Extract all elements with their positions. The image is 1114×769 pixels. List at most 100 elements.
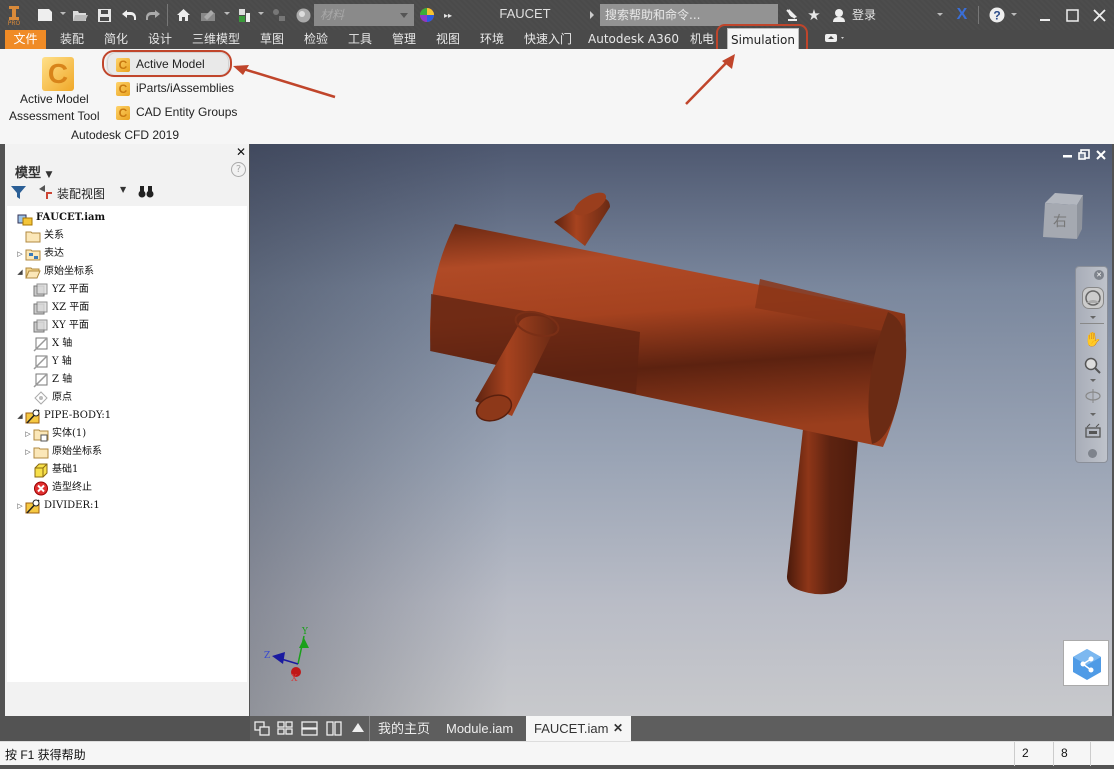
tab-module-iam[interactable]: Module.iam bbox=[446, 716, 513, 741]
search-expand-icon[interactable] bbox=[590, 11, 594, 19]
tab-get-started[interactable]: 快速入门 bbox=[518, 30, 578, 49]
tab-view[interactable]: 视图 bbox=[428, 30, 468, 49]
viewport-minimize-button[interactable] bbox=[1062, 150, 1074, 160]
help-button[interactable]: ? bbox=[988, 6, 1006, 24]
tab-simplify[interactable]: 简化 bbox=[96, 30, 136, 49]
new-button[interactable] bbox=[36, 6, 54, 24]
up-arrow-icon[interactable] bbox=[352, 723, 364, 732]
tab-assemble[interactable]: 装配 bbox=[52, 30, 92, 49]
tab-my-home[interactable]: 我的主页 bbox=[378, 716, 430, 741]
tree-node[interactable]: 基础1 bbox=[23, 461, 78, 479]
steering-wheel-button[interactable] bbox=[1082, 287, 1104, 309]
login-dropdown[interactable] bbox=[937, 13, 943, 16]
share-design-button[interactable] bbox=[1063, 640, 1109, 686]
expand-icon[interactable]: ▷ bbox=[23, 425, 33, 443]
select-dropdown[interactable] bbox=[258, 12, 264, 15]
material-sphere-button[interactable] bbox=[294, 6, 312, 24]
tree-node[interactable]: ▷ 实体(1) bbox=[23, 425, 86, 443]
iparts-iassemblies-button[interactable]: iParts/iAssemblies bbox=[136, 81, 234, 95]
tree-node[interactable]: X 轴 bbox=[23, 335, 72, 353]
close-tab-icon[interactable]: ✕ bbox=[613, 716, 623, 741]
browser-help-icon[interactable]: ? bbox=[231, 162, 246, 177]
material-combo[interactable]: 材料 bbox=[314, 4, 414, 26]
tree-node[interactable]: YZ 平面 bbox=[23, 281, 89, 299]
faucet-model[interactable] bbox=[250, 144, 1112, 716]
find-binoculars-icon[interactable] bbox=[138, 185, 154, 198]
tree-node[interactable]: Y 轴 bbox=[23, 353, 72, 371]
new-dropdown[interactable] bbox=[60, 12, 66, 15]
tree-node[interactable]: Z 轴 bbox=[23, 371, 72, 389]
viewcube[interactable]: 右 bbox=[1035, 189, 1085, 245]
viewport-restore-button[interactable] bbox=[1078, 149, 1090, 161]
undo-button[interactable] bbox=[120, 6, 138, 24]
tab-file[interactable]: 文件 bbox=[5, 30, 46, 49]
tree-node[interactable]: FAUCET.iam bbox=[7, 209, 105, 227]
arrange-horizontal-button[interactable] bbox=[301, 721, 318, 739]
inventor-pro-logo[interactable]: PRO bbox=[5, 4, 23, 28]
open-button[interactable] bbox=[71, 6, 89, 24]
tree-node[interactable]: ◢ 原始坐标系 bbox=[15, 263, 94, 281]
tab-inspect[interactable]: 检验 bbox=[296, 30, 336, 49]
select-button[interactable] bbox=[236, 6, 254, 24]
user-button[interactable] bbox=[831, 6, 847, 24]
tile-windows-button[interactable] bbox=[277, 721, 293, 739]
view-selector[interactable]: 装配视图 bbox=[57, 185, 105, 202]
tab-a360[interactable]: Autodesk A360 bbox=[588, 30, 679, 49]
filter-icon[interactable] bbox=[10, 185, 27, 200]
active-model-assessment-label-2[interactable]: Assessment Tool bbox=[9, 109, 100, 123]
active-model-assessment-label-1[interactable]: Active Model bbox=[20, 92, 89, 106]
adjust-button[interactable] bbox=[270, 6, 288, 24]
pan-button[interactable]: ✋ bbox=[1084, 331, 1102, 349]
graphics-viewport[interactable]: 右 Y Z X bbox=[250, 144, 1112, 716]
search-input[interactable]: 搜索帮助和命令... bbox=[600, 4, 778, 26]
browser-title-dropdown[interactable]: 模型 ▼ bbox=[15, 162, 52, 181]
tab-tools[interactable]: 工具 bbox=[340, 30, 380, 49]
tree-node[interactable]: ▷ 原始坐标系 bbox=[23, 443, 102, 461]
look-at-button[interactable] bbox=[1084, 423, 1102, 441]
tab-faucet-iam[interactable]: FAUCET.iam ✕ bbox=[526, 716, 631, 741]
redo-button[interactable] bbox=[144, 6, 162, 24]
favorites-button[interactable]: ★ bbox=[806, 6, 822, 24]
tree-node[interactable]: 造型终止 bbox=[23, 479, 92, 497]
subscription-button[interactable] bbox=[784, 6, 800, 24]
navbar-close-icon[interactable]: ✕ bbox=[1094, 270, 1104, 280]
collapse-icon[interactable]: ◢ bbox=[15, 407, 25, 425]
tree-node[interactable]: ▷ 表达 bbox=[15, 245, 64, 263]
tab-electromechanical[interactable]: 机电 bbox=[684, 30, 720, 49]
tree-node[interactable]: ▷ DIVIDER:1 bbox=[15, 497, 100, 515]
tab-manage[interactable]: 管理 bbox=[384, 30, 424, 49]
tree-node[interactable]: 关系 bbox=[15, 227, 64, 245]
expand-icon[interactable]: ▷ bbox=[23, 443, 33, 461]
expand-icon[interactable]: ▷ bbox=[15, 497, 25, 515]
help-dropdown[interactable] bbox=[1011, 13, 1017, 16]
expand-icon[interactable]: ▷ bbox=[15, 245, 25, 263]
cascade-windows-button[interactable] bbox=[254, 721, 270, 739]
navbar-customize-icon[interactable] bbox=[1088, 449, 1097, 458]
tree-node[interactable]: XY 平面 bbox=[23, 317, 89, 335]
zoom-button[interactable] bbox=[1084, 357, 1102, 375]
collapse-icon[interactable]: ◢ bbox=[15, 263, 25, 281]
appearance-dropdown[interactable] bbox=[224, 12, 230, 15]
minimize-button[interactable] bbox=[1036, 6, 1054, 24]
tab-environments[interactable]: 环境 bbox=[472, 30, 512, 49]
home-button[interactable] bbox=[174, 6, 192, 24]
color-override-button[interactable] bbox=[418, 6, 436, 24]
save-button[interactable] bbox=[95, 6, 113, 24]
login-link[interactable]: 登录 bbox=[852, 6, 876, 23]
view-dropdown-icon[interactable]: ▼ bbox=[120, 185, 126, 194]
zoom-dropdown-icon[interactable] bbox=[1090, 379, 1096, 382]
appearance-button[interactable] bbox=[199, 6, 217, 24]
more-tools-icon[interactable]: ▸▸ bbox=[442, 6, 454, 24]
active-model-assessment-icon[interactable]: C bbox=[42, 57, 74, 91]
close-button[interactable] bbox=[1090, 6, 1108, 24]
tree-node[interactable]: XZ 平面 bbox=[23, 299, 89, 317]
viewport-close-button[interactable] bbox=[1095, 149, 1107, 161]
cad-entity-groups-button[interactable]: CAD Entity Groups bbox=[136, 105, 237, 119]
tree-node[interactable]: 原点 bbox=[23, 389, 72, 407]
browser-close-icon[interactable]: ✕ bbox=[236, 145, 246, 159]
tree-node[interactable]: ◢ PIPE-BODY:1 bbox=[15, 407, 111, 425]
tab-sketch[interactable]: 草图 bbox=[252, 30, 292, 49]
orbit-button[interactable] bbox=[1084, 387, 1102, 405]
autodesk-exchange-button[interactable]: X bbox=[953, 6, 971, 24]
maximize-button[interactable] bbox=[1063, 6, 1081, 24]
